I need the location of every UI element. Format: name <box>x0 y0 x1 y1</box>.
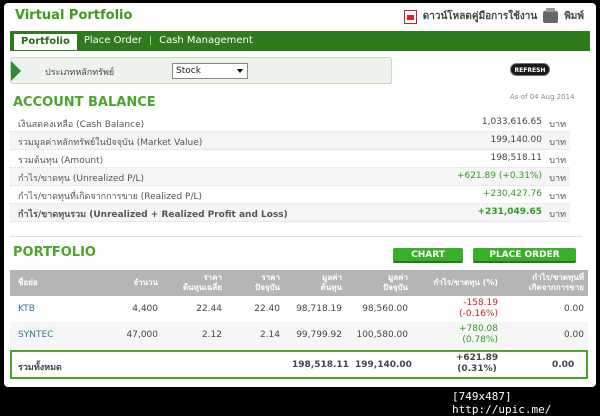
asset-type-label: ประเภทหลักทรัพย์ <box>45 68 115 78</box>
balance-unit: บาท <box>549 138 566 148</box>
cell-price: 22.40 <box>254 303 280 314</box>
cell-market-value: 100,580.00 <box>346 322 412 348</box>
cell-symbol[interactable]: SYNTEC <box>10 322 98 348</box>
col-market-value: มูลค่า ปัจจุบัน <box>346 270 412 296</box>
col-qty: จำนวน <box>98 270 162 296</box>
balance-label: เงินสดคงเหลือ (Cash Balance) <box>18 120 145 130</box>
refresh-button[interactable]: REFRESH <box>510 63 550 76</box>
col-realized: กำไร/ขาดทุนที่ เกิดจากการขาย <box>502 270 588 296</box>
col-avg-cost: ราคา ต้นทุนเฉลี่ย <box>162 270 226 296</box>
title-actions: ดาวน์โหลดคู่มือการใช้งาน พิมพ์ <box>403 7 584 24</box>
print-link[interactable]: พิมพ์ <box>564 9 584 24</box>
pl-amount: -158.19 <box>463 298 498 308</box>
balance-value: +621.89 (+0.31%) <box>456 171 542 181</box>
watermark: [749x487] http://upic.me/ <box>452 390 552 416</box>
account-balance-title: ACCOUNT BALANCE <box>13 95 156 110</box>
total-pl-percent: (0.31%) <box>457 364 497 374</box>
balance-row-total-pl: กำไร/ขาดทุนรวม (Unrealized + Realized Pr… <box>10 204 570 222</box>
balance-row-cash: เงินสดคงเหลือ (Cash Balance) 1,033,616.6… <box>10 114 570 132</box>
cell-avg-cost: 22.44 <box>196 303 222 314</box>
col-price: ราคา ปัจจุบัน <box>226 270 284 296</box>
balance-row-unrealized: กำไร/ขาดทุน (Unrealized P/L) +621.89 (+0… <box>10 168 570 186</box>
asset-type-bar: ประเภทหลักทรัพย์ Stock <box>10 57 392 84</box>
balance-value: 1,033,616.65 <box>481 117 542 127</box>
chevron-down-icon <box>237 69 243 73</box>
balance-label: กำไร/ขาดทุน (Unrealized P/L) <box>18 174 145 184</box>
cell-realized: 0.00 <box>563 303 584 314</box>
pl-percent: (-0.16%) <box>459 309 498 319</box>
cell-qty: 47,000 <box>98 322 162 348</box>
table-row[interactable]: KTB 4,400 22.44 22.40 98,718.19 98,560.0… <box>10 296 588 322</box>
balance-value: +231,049.65 <box>477 207 542 217</box>
portfolio-total-row: รวมทั้งหมด 198,518.11 199,140.00 +621.89… <box>10 350 588 379</box>
portfolio-table: ชื่อย่อ จำนวน ราคา ต้นทุนเฉลี่ย ราคา ปัจ… <box>10 270 588 348</box>
cell-cost-value: 98,718.19 <box>296 303 342 314</box>
section-divider <box>10 236 582 237</box>
cell-qty: 4,400 <box>132 303 158 314</box>
balance-unit: บาท <box>549 174 566 184</box>
portfolio-title: PORTFOLIO <box>13 245 96 260</box>
total-label: รวมทั้งหมด <box>18 363 62 373</box>
balance-value: 198,518.11 <box>490 153 542 163</box>
table-header-row: ชื่อย่อ จำนวน ราคา ต้นทุนเฉลี่ย ราคา ปัจ… <box>10 270 588 296</box>
balance-unit: บาท <box>549 156 566 166</box>
cell-pl: -158.19 (-0.16%) <box>412 296 502 322</box>
tab-cash-management[interactable]: Cash Management <box>152 31 260 51</box>
tab-portfolio[interactable]: Portfolio <box>14 32 77 50</box>
tab-place-order[interactable]: Place Order <box>77 31 149 51</box>
balance-value: +230,427.76 <box>482 189 542 199</box>
app-title: Virtual Portfolio <box>15 8 133 23</box>
balance-label: กำไร/ขาดทุนที่เกิดจากการขาย (Realized P/… <box>18 192 203 202</box>
download-manual-link[interactable]: ดาวน์โหลดคู่มือการใช้งาน <box>423 9 537 24</box>
table-row[interactable]: SYNTEC 47,000 2.12 2.14 99,799.92 100,58… <box>10 322 588 348</box>
cell-market-value: 98,560.00 <box>362 303 408 314</box>
balance-value: 199,140.00 <box>490 135 542 145</box>
main-nav: Portfolio Place Order | Cash Management <box>10 31 590 51</box>
balance-row-market-value: รวมมูลค่าหลักทรัพย์ในปัจจุบัน (Market Va… <box>10 132 570 150</box>
cell-avg-cost: 2.12 <box>162 322 226 348</box>
pl-amount: +780.08 <box>458 324 498 334</box>
printer-icon[interactable] <box>543 7 559 23</box>
cell-pl: +780.08 (0.78%) <box>412 322 502 348</box>
chart-button[interactable]: CHART <box>393 248 463 263</box>
place-order-button[interactable]: PLACE ORDER <box>473 248 576 263</box>
col-cost-value: มูลค่า ต้นทุน <box>284 270 346 296</box>
col-pl: กำไร/ขาดทุน (%) <box>412 270 502 296</box>
title-bar: Virtual Portfolio ดาวน์โหลดคู่มือการใช้ง… <box>4 3 596 31</box>
balance-label: รวมมูลค่าหลักทรัพย์ในปัจจุบัน (Market Va… <box>18 138 203 148</box>
total-pl: +621.89 (0.31%) <box>452 353 502 375</box>
total-market-value: 199,140.00 <box>355 360 412 370</box>
arrow-right-icon <box>11 61 21 81</box>
asset-type-select[interactable]: Stock <box>172 63 248 79</box>
balance-label: รวมต้นทุน (Amount) <box>18 156 104 166</box>
balance-unit: บาท <box>549 210 566 220</box>
pl-percent: (0.78%) <box>462 335 498 345</box>
asset-type-value: Stock <box>176 66 201 76</box>
as-of-date: As of 04 Aug 2014 <box>510 93 575 101</box>
total-pl-amount: +621.89 <box>455 353 499 363</box>
pdf-icon[interactable] <box>403 9 417 24</box>
total-realized: 0.00 <box>552 360 575 370</box>
balance-row-amount: รวมต้นทุน (Amount) 198,518.11 บาท <box>10 150 570 168</box>
balance-row-realized: กำไร/ขาดทุนที่เกิดจากการขาย (Realized P/… <box>10 186 570 204</box>
cell-symbol[interactable]: KTB <box>10 296 98 322</box>
balance-unit: บาท <box>549 120 566 130</box>
total-cost-value: 198,518.11 <box>292 360 349 370</box>
cell-cost-value: 99,799.92 <box>284 322 346 348</box>
cell-realized: 0.00 <box>502 322 588 348</box>
col-symbol: ชื่อย่อ <box>10 270 98 296</box>
balance-unit: บาท <box>549 192 566 202</box>
balance-label: กำไร/ขาดทุนรวม (Unrealized + Realized Pr… <box>18 210 288 220</box>
cell-price: 2.14 <box>226 322 284 348</box>
